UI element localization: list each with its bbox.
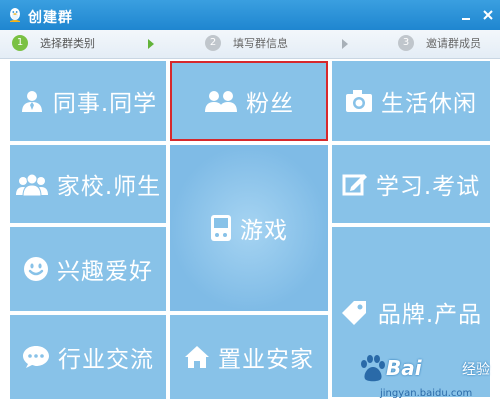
category-tile-industry[interactable]: 行业交流 [10,315,166,399]
step-label: 填写群信息 [233,37,288,50]
group-icon [15,173,48,196]
gamepad-icon [211,215,231,241]
category-grid: 同事.同学 粉丝 生活休闲 家校.师生 游戏 学习.考试 兴趣爱好 品牌.产品 … [8,59,492,404]
category-tile-hobbies[interactable]: 兴趣爱好 [10,227,166,311]
category-label: 行业交流 [58,347,154,373]
watermark-url: jingyan.baidu.com [380,388,473,399]
paw-logo-icon [361,355,385,382]
step-label: 邀请群成员 [426,37,481,50]
category-tile-study[interactable]: 学习.考试 [332,145,490,223]
category-tile-leisure[interactable]: 生活休闲 [332,61,490,141]
close-icon [483,10,493,20]
baidu-watermark: Bai 经验 jingyan.baidu.com [360,354,500,404]
step-number: 2 [205,35,221,51]
minimize-button[interactable] [458,7,474,23]
step-number: 1 [12,35,28,51]
camera-icon [346,90,372,112]
category-label: 品牌.产品 [377,302,483,328]
step-bar: 1 选择群类别 2 填写群信息 3 邀请群成员 [0,30,500,59]
colleague-icon [21,91,42,112]
minimize-icon [462,18,470,20]
category-label: 置业安家 [218,347,314,373]
category-tile-school[interactable]: 家校.师生 [10,145,166,223]
step-3: 3 邀请群成员 [398,35,481,53]
step-label: 选择群类别 [40,37,95,50]
category-label: 游戏 [240,218,288,244]
category-label: 兴趣爱好 [57,259,153,285]
title-bar: 创建群 [0,0,500,30]
step-arrow-icon [342,39,348,49]
step-number: 3 [398,35,414,51]
smiley-icon [24,257,48,281]
home-icon [185,346,209,368]
watermark-brand: Bai [386,356,422,380]
qq-penguin-icon [10,8,20,22]
category-label: 家校.师生 [56,174,162,200]
step-arrow-icon [148,39,154,49]
category-tile-games[interactable]: 游戏 [170,145,328,311]
category-tile-realestate[interactable]: 置业安家 [170,315,328,399]
fans-icon [205,91,237,112]
category-label: 同事.同学 [52,91,158,117]
window-title: 创建群 [28,10,73,26]
category-label: 生活休闲 [381,91,477,117]
watermark-brand-suffix: 经验 [462,362,490,378]
category-tile-colleagues[interactable]: 同事.同学 [10,61,166,141]
tag-icon [341,301,366,325]
close-button[interactable] [480,7,496,23]
edit-icon [342,174,367,196]
step-2: 2 填写群信息 [205,35,288,53]
category-label: 学习.考试 [375,174,481,200]
step-1: 1 选择群类别 [12,35,95,53]
chat-bubble-icon [23,346,49,368]
category-tile-fans[interactable]: 粉丝 [170,61,328,141]
category-label: 粉丝 [246,91,294,117]
